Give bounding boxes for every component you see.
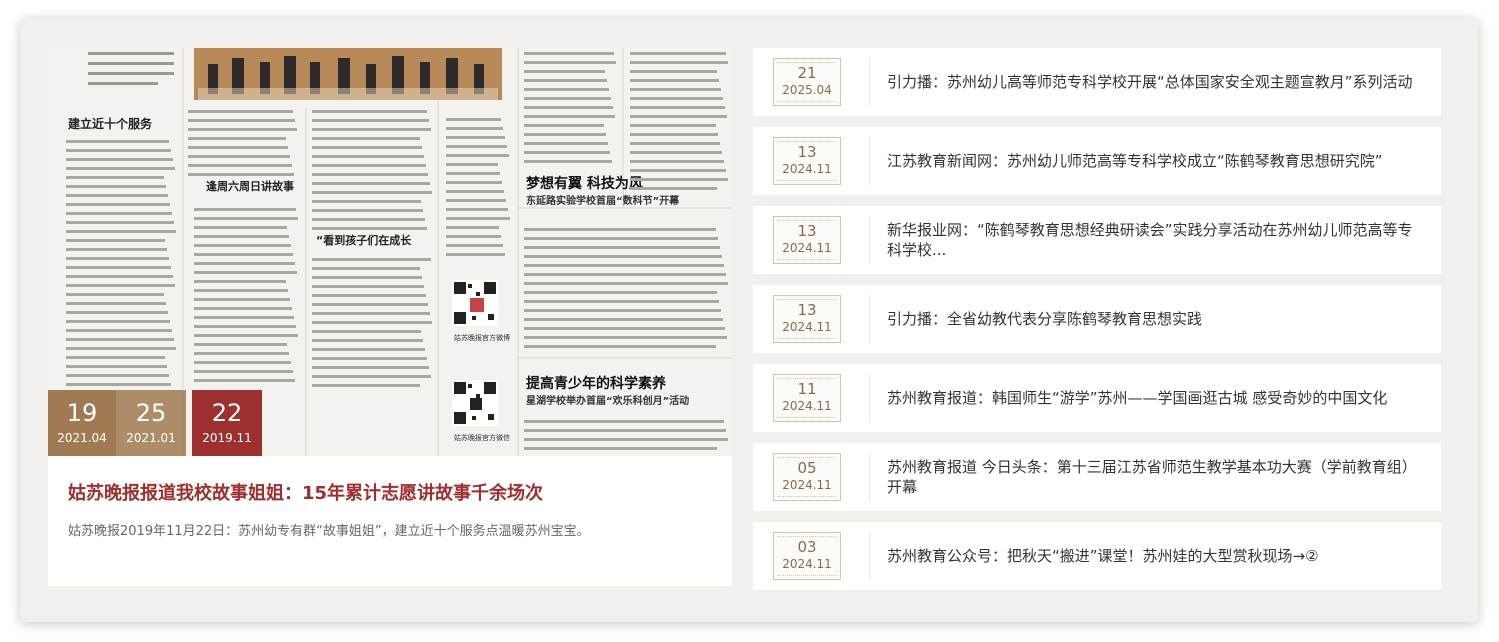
featured-article-summary: 姑苏晚报2019年11月22日：苏州幼专有群“故事姐姐”，建立近十个服务点温暖苏… bbox=[68, 524, 590, 539]
divider bbox=[869, 137, 870, 185]
divider bbox=[869, 374, 870, 422]
news-title-link[interactable]: 苏州教育报道 今日头条：第十三届江苏省师范生教学基本功大赛（学前教育组）开幕 bbox=[887, 443, 1417, 511]
news-date-day: 11 bbox=[797, 380, 817, 398]
news-title-link[interactable]: 新华报业网：“陈鹤琴教育思想经典研读会”实践分享活动在苏州幼儿师范高等专科学校.… bbox=[887, 206, 1417, 274]
divider bbox=[869, 453, 870, 501]
date-tab-1[interactable]: 19 2021.04 bbox=[48, 390, 116, 456]
news-date-month: 2024.11 bbox=[782, 399, 832, 413]
divider bbox=[869, 216, 870, 264]
divider bbox=[869, 295, 870, 343]
news-date-month: 2024.11 bbox=[782, 320, 832, 334]
divider bbox=[869, 58, 870, 106]
news-item[interactable]: 03 2024.11 苏州教育公众号：把秋天“搬进”课堂！苏州娃的大型赏秋现场→… bbox=[753, 522, 1441, 590]
date-tabs: 19 2021.04 25 2021.01 22 2019.11 bbox=[48, 390, 262, 456]
clipping-subheading-4: 东延路实验学校首届“数科节”开幕 bbox=[526, 194, 680, 207]
clipping-heading-4: 梦想有翼 科技为风 bbox=[526, 175, 643, 192]
news-date-badge: 05 2024.11 bbox=[773, 453, 841, 501]
clipping-heading-2: 逢周六周日讲故事 bbox=[206, 179, 294, 193]
news-date-month: 2024.11 bbox=[782, 162, 832, 176]
qr-code-wechat bbox=[452, 380, 498, 426]
news-date-day: 05 bbox=[797, 459, 817, 477]
news-title-link[interactable]: 引力播：苏州幼儿高等师范专科学校开展“总体国家安全观主题宣教月”系列活动 bbox=[887, 48, 1417, 116]
news-date-day: 13 bbox=[797, 143, 817, 161]
news-item[interactable]: 13 2024.11 新华报业网：“陈鹤琴教育思想经典研读会”实践分享活动在苏州… bbox=[753, 206, 1441, 274]
news-title-link[interactable]: 江苏教育新闻网：苏州幼儿师范高等专科学校成立“陈鹤琴教育思想研究院” bbox=[887, 127, 1417, 195]
date-tab-month: 2021.04 bbox=[57, 431, 107, 445]
news-item[interactable]: 05 2024.11 苏州教育报道 今日头条：第十三届江苏省师范生教学基本功大赛… bbox=[753, 443, 1441, 511]
clipping-subheading-5: 星湖学校举办首届“欢乐科创月”活动 bbox=[526, 394, 689, 407]
news-item[interactable]: 21 2025.04 引力播：苏州幼儿高等师范专科学校开展“总体国家安全观主题宣… bbox=[753, 48, 1441, 116]
news-date-badge: 03 2024.11 bbox=[773, 532, 841, 580]
news-date-month: 2024.11 bbox=[782, 241, 832, 255]
clipping-heading-5: 提高青少年的科学素养 bbox=[526, 375, 667, 392]
news-date-month: 2024.11 bbox=[782, 478, 832, 492]
news-date-day: 03 bbox=[797, 538, 817, 556]
news-list: 21 2025.04 引力播：苏州幼儿高等师范专科学校开展“总体国家安全观主题宣… bbox=[753, 48, 1441, 601]
date-tab-month: 2021.01 bbox=[126, 431, 176, 445]
news-date-badge: 13 2024.11 bbox=[773, 216, 841, 264]
date-tab-day: 22 bbox=[211, 399, 243, 427]
news-date-month: 2025.04 bbox=[782, 83, 832, 97]
news-date-badge: 11 2024.11 bbox=[773, 374, 841, 422]
date-tab-month: 2019.11 bbox=[202, 431, 252, 445]
news-title-link[interactable]: 引力播：全省幼教代表分享陈鹤琴教育思想实践 bbox=[887, 285, 1417, 353]
clipping-heading-1: 建立近十个服务 bbox=[67, 116, 153, 131]
qr-code-weibo bbox=[452, 280, 498, 326]
featured-article-title[interactable]: 姑苏晚报报道我校故事姐姐：15年累计志愿讲故事千余场次 bbox=[68, 479, 708, 505]
qr-caption-1: 姑苏晚报官方微博 bbox=[454, 333, 510, 342]
date-tab-2[interactable]: 25 2021.01 bbox=[116, 390, 186, 456]
news-date-badge: 13 2024.11 bbox=[773, 295, 841, 343]
news-item[interactable]: 13 2024.11 江苏教育新闻网：苏州幼儿师范高等专科学校成立“陈鹤琴教育思… bbox=[753, 127, 1441, 195]
news-title-link[interactable]: 苏州教育公众号：把秋天“搬进”课堂！苏州娃的大型赏秋现场→② bbox=[887, 522, 1417, 590]
qr-caption-2: 姑苏晚报官方微信 bbox=[454, 433, 510, 442]
news-date-day: 13 bbox=[797, 222, 817, 240]
date-tab-day: 25 bbox=[135, 399, 167, 427]
news-date-badge: 13 2024.11 bbox=[773, 137, 841, 185]
news-date-day: 13 bbox=[797, 301, 817, 319]
news-item[interactable]: 11 2024.11 苏州教育报道：韩国师生“游学”苏州——学国画逛古城 感受奇… bbox=[753, 364, 1441, 432]
featured-article-card[interactable]: 建立近十个服务 逢周六周日讲故事 “看到孩子们在成长 梦想有翼 科技为风 东延路… bbox=[48, 48, 732, 586]
news-title-link[interactable]: 苏州教育报道：韩国师生“游学”苏州——学国画逛古城 感受奇妙的中国文化 bbox=[887, 364, 1417, 432]
news-date-badge: 21 2025.04 bbox=[773, 58, 841, 106]
news-date-month: 2024.11 bbox=[782, 557, 832, 571]
divider bbox=[869, 532, 870, 580]
news-item[interactable]: 13 2024.11 引力播：全省幼教代表分享陈鹤琴教育思想实践 bbox=[753, 285, 1441, 353]
date-tab-3-active[interactable]: 22 2019.11 bbox=[192, 390, 262, 456]
newspaper-clipping-image[interactable]: 建立近十个服务 逢周六周日讲故事 “看到孩子们在成长 梦想有翼 科技为风 东延路… bbox=[48, 48, 732, 456]
clipping-heading-3: “看到孩子们在成长 bbox=[316, 233, 412, 247]
news-date-day: 21 bbox=[797, 64, 817, 82]
date-tab-day: 19 bbox=[66, 399, 98, 427]
